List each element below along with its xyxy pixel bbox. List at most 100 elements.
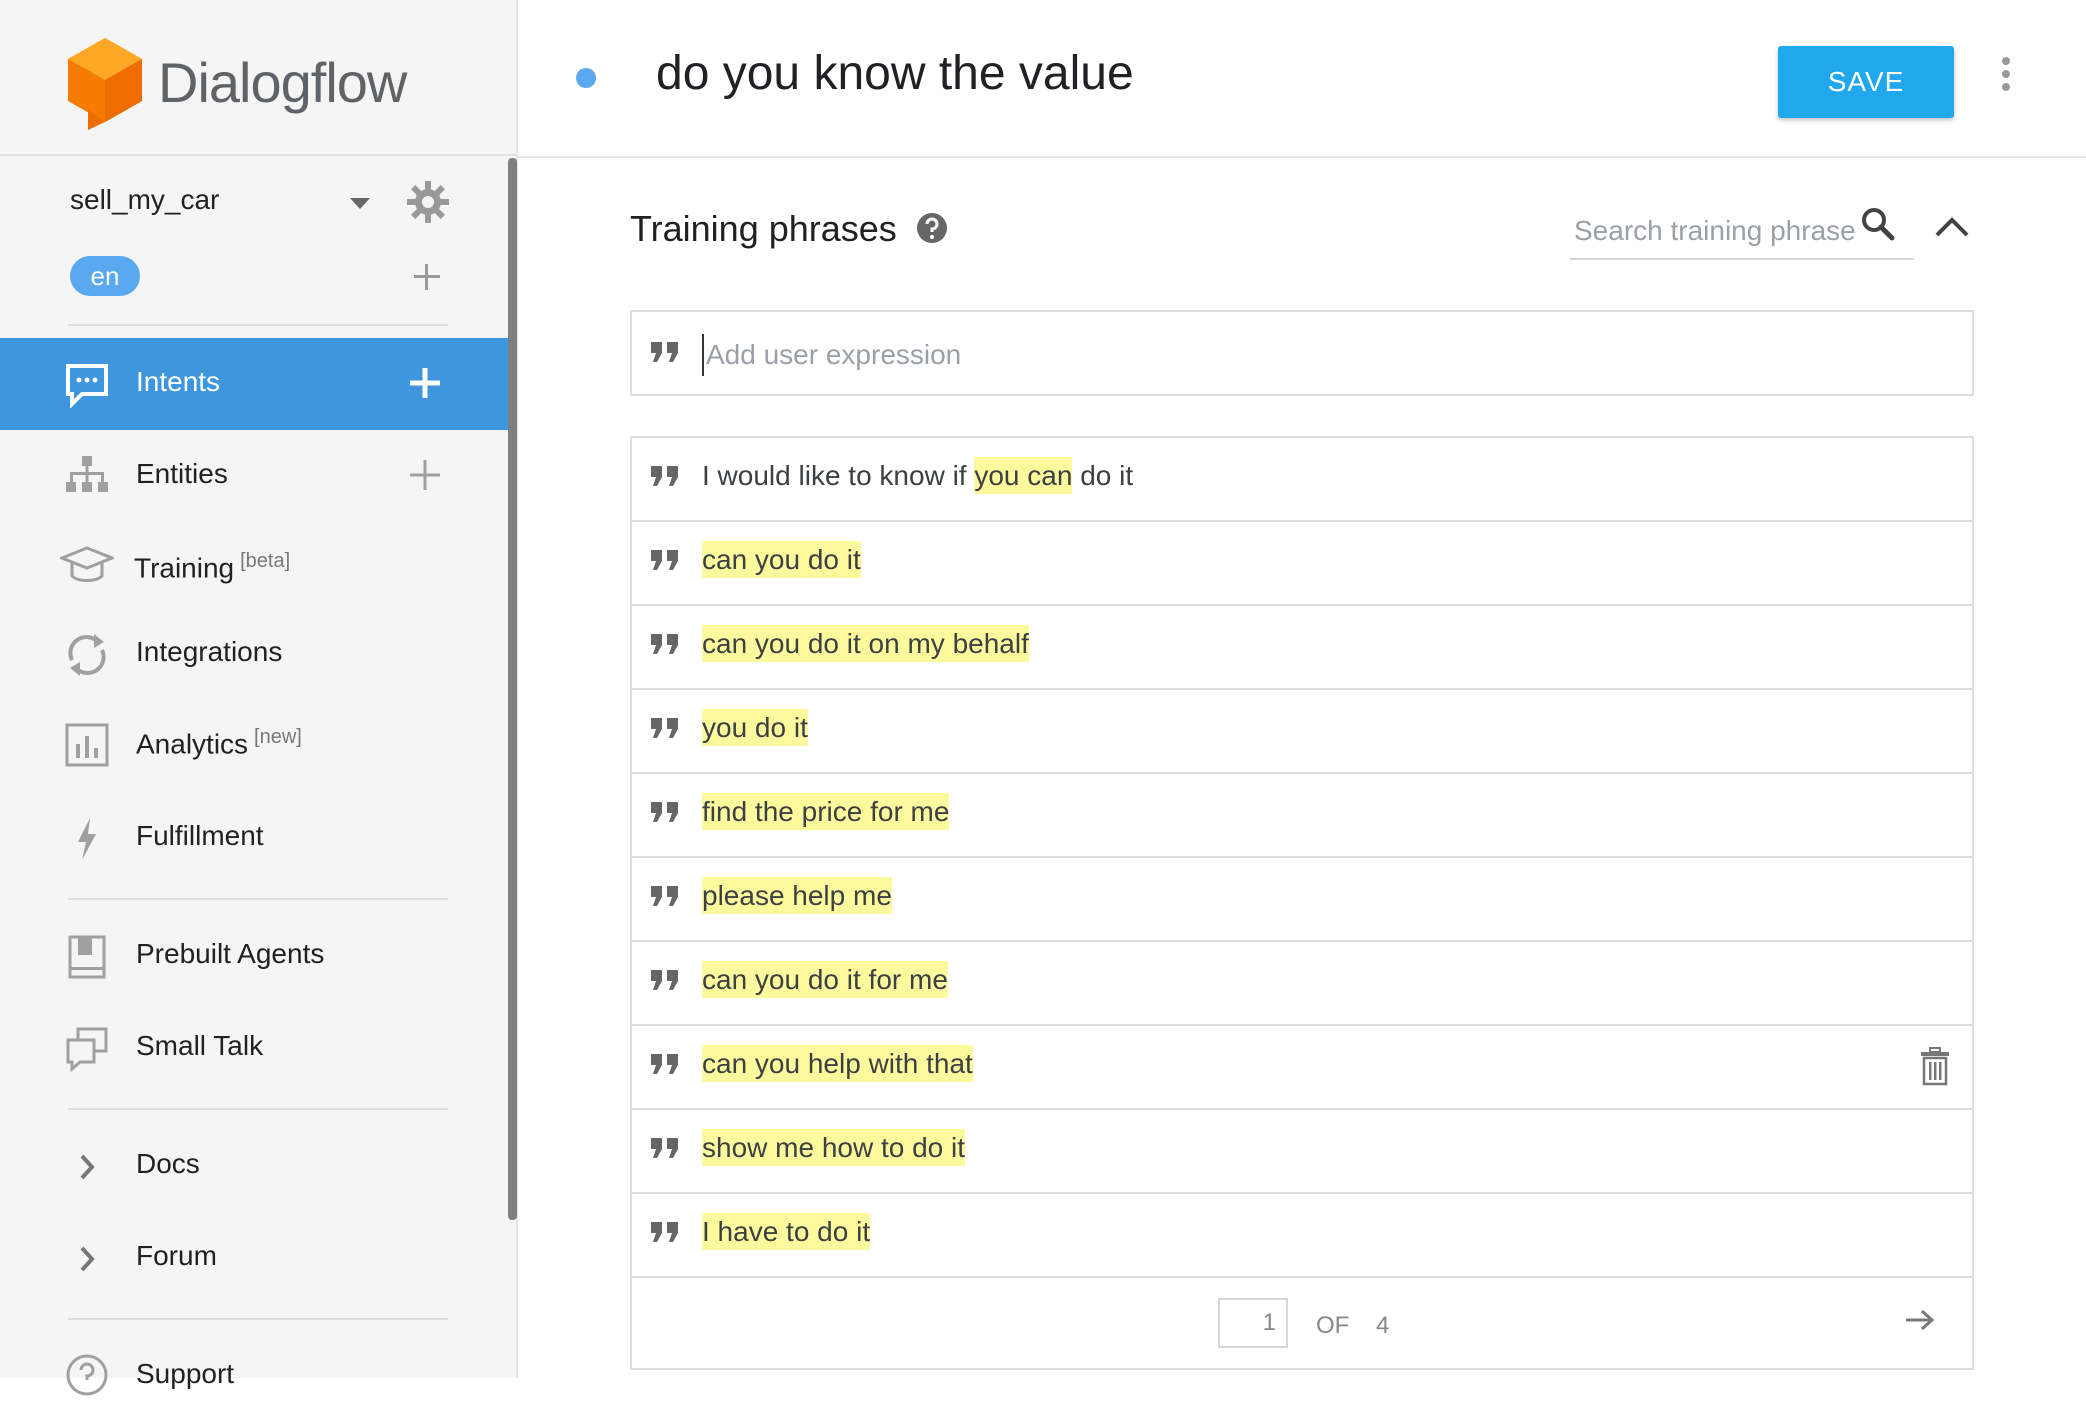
training-phrase-row[interactable]: can you do it [632,522,1972,606]
sidebar-item-docs[interactable]: Docs [0,1120,508,1212]
language-badge[interactable]: en [70,256,140,296]
sidebar-item-label: Integrations [136,636,283,667]
status-dot [576,68,596,88]
annotated-highlight[interactable]: you can [974,457,1073,494]
help-circle-icon [66,1354,108,1396]
search-input[interactable] [1572,210,1866,252]
training-phrase-text[interactable]: I have to do it [702,1213,871,1250]
sidebar-item-label: Training [beta] [134,550,291,584]
sidebar-item-analytics[interactable]: Analytics [new] [0,698,508,790]
add-user-expression-input[interactable] [702,334,1908,376]
annotated-highlight[interactable]: I have to do it [702,1213,871,1250]
annotated-highlight[interactable]: can you do it on my behalf [702,625,1029,662]
save-button[interactable]: SAVE [1778,46,1954,118]
training-phrase-row[interactable]: find the price for me [632,774,1972,858]
training-phrase-text[interactable]: you do it [702,709,808,746]
page-number-input[interactable] [1218,1298,1288,1348]
training-phrase-text[interactable]: I would like to know if you can do it [702,457,1133,494]
page-total: 4 [1376,1312,1390,1339]
quote-icon [651,970,678,990]
annotated-highlight[interactable]: can you help with that [702,1045,973,1082]
chevron-right-icon [80,1154,95,1180]
sidebar-item-intents[interactable]: Intents [0,338,508,430]
quote-icon [651,718,678,738]
sidebar-item-label: Small Talk [136,1030,264,1061]
intent-header: do you know the value SAVE [518,0,2086,158]
divider [68,898,448,900]
sidebar-item-small-talk[interactable]: Small Talk [0,1002,508,1094]
sidebar-item-support[interactable]: Support [0,1330,508,1422]
graduation-cap-icon [60,546,114,582]
annotated-highlight[interactable]: find the price for me [702,793,950,830]
sidebar-item-label: Analytics [new] [136,726,302,760]
search-icon[interactable] [1860,206,1896,242]
quote-icon [651,634,678,654]
sidebar-item-label: Prebuilt Agents [136,938,325,969]
training-phrase-row[interactable]: you do it [632,690,1972,774]
sidebar-scrollbar[interactable] [508,158,517,1220]
caret-down-icon[interactable] [350,198,370,210]
divider [68,324,448,326]
training-phrase-row[interactable]: I would like to know if you can do it [632,438,1972,522]
training-phrase-row[interactable]: can you do it on my behalf [632,606,1972,690]
agent-selector[interactable]: sell_my_car [70,184,219,216]
training-phrase-text[interactable]: show me how to do it [702,1129,966,1166]
sidebar-item-integrations[interactable]: Integrations [0,608,508,700]
divider [68,1318,448,1320]
sidebar-item-prebuilt-agents[interactable]: Prebuilt Agents [0,910,508,1002]
bar-chart-icon [65,723,109,767]
sidebar-item-entities[interactable]: Entities [0,430,508,522]
training-phrase-text[interactable]: find the price for me [702,793,950,830]
training-phrase-text[interactable]: please help me [702,877,892,914]
trash-icon[interactable] [1920,1046,1950,1086]
sidebar-item-forum[interactable]: Forum [0,1212,508,1304]
training-phrase-text[interactable]: can you do it for me [702,961,948,998]
annotated-highlight[interactable]: can you do it for me [702,961,948,998]
training-phrase-row[interactable]: I have to do it [632,1194,1972,1278]
annotated-highlight[interactable]: you do it [702,709,808,746]
training-phrase-text[interactable]: can you help with that [702,1045,973,1082]
add-language-icon[interactable] [414,264,440,290]
search-training-phrase [1570,200,1914,260]
add-expression-box [630,310,1974,396]
training-phrase-row[interactable]: can you do it for me [632,942,1972,1026]
sidebar-item-label: Support [136,1358,235,1389]
gear-icon[interactable] [406,180,450,224]
training-phrase-row[interactable]: show me how to do it [632,1110,1972,1194]
sidebar-item-label: Entities [136,458,228,489]
chat-windows-icon [66,1027,108,1072]
more-vert-icon[interactable] [2000,56,2012,92]
divider [68,1108,448,1110]
sidebar-item-fulfillment[interactable]: Fulfillment [0,792,508,884]
dialogflow-logo-icon [68,38,142,130]
quote-icon [651,466,678,486]
quote-icon [651,1222,678,1242]
hierarchy-icon [66,456,108,492]
sidebar-item-label: Intents [136,366,221,397]
quote-icon [651,342,678,362]
training-phrase-row[interactable]: can you help with that [632,1026,1972,1110]
add-intent-icon[interactable] [410,368,440,398]
quote-icon [651,1054,678,1074]
training-phrase-text[interactable]: can you do it on my behalf [702,625,1029,662]
training-phrase-list: I would like to know if you can do it can… [630,436,1974,1370]
annotated-highlight[interactable]: show me how to do it [702,1129,966,1166]
quote-icon [651,802,678,822]
annotated-highlight[interactable]: can you do it [702,541,861,578]
pagination: OF 4 [632,1278,1972,1368]
intent-title[interactable]: do you know the value [656,46,1134,101]
sidebar-item-training[interactable]: Training [beta] [0,520,508,612]
arrow-right-icon[interactable] [1904,1308,1936,1332]
training-phrase-row[interactable]: please help me [632,858,1972,942]
chevron-up-icon[interactable] [1934,216,1970,238]
annotated-highlight[interactable]: please help me [702,877,892,914]
help-icon[interactable] [916,212,948,244]
training-phrase-text[interactable]: can you do it [702,541,861,578]
quote-icon [651,550,678,570]
logo-area: Dialogflow [0,0,516,156]
sidebar-item-label: Docs [136,1148,200,1179]
quote-icon [651,1138,678,1158]
chevron-right-icon [80,1246,95,1272]
page-of-label: OF [1316,1312,1350,1339]
add-entity-icon[interactable] [410,460,440,490]
